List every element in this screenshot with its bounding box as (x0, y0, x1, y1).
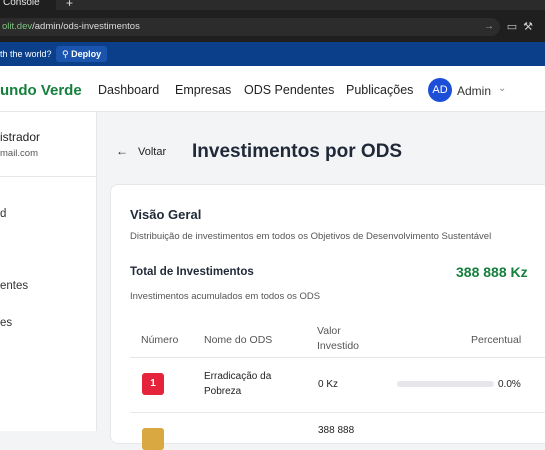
banner-question: th the world? (0, 49, 52, 59)
browser-tab-strip: Console + (0, 0, 545, 10)
card-description: Distribuição de investimentos em todos o… (130, 231, 492, 242)
dev-banner: th the world? ⚲ Deploy (0, 42, 545, 66)
sidebar-item-pendentes[interactable]: entes (0, 280, 28, 292)
total-value: 388 888 Kz (456, 264, 528, 280)
column-header-valor-1: Valor (317, 325, 341, 337)
sidebar-item-dashboard[interactable]: d (0, 208, 6, 220)
overview-card: Visão Geral Distribuição de investimento… (110, 184, 545, 450)
ods-value: 0 Kz (318, 379, 339, 390)
avatar[interactable]: AD (428, 78, 452, 102)
toolbar-icons: ▭⚒ (507, 20, 539, 33)
column-header-numero: Número (141, 334, 179, 346)
sidebar: istrador mail.com d entes es (0, 112, 97, 431)
browser-tab[interactable]: Console (0, 0, 56, 10)
deploy-label: Deploy (71, 49, 102, 59)
deploy-button[interactable]: ⚲ Deploy (56, 46, 108, 62)
column-header-valor-2: Investido (317, 340, 360, 352)
percent-text: 0.0% (498, 379, 521, 390)
percent-bar (397, 381, 494, 387)
nav-link-dashboard[interactable]: Dashboard (98, 83, 159, 97)
card-heading: Visão Geral (130, 207, 202, 222)
total-subtitle: Investimentos acumulados em todos os ODS (130, 291, 321, 302)
ods-number-badge (142, 428, 164, 450)
column-header-percentual: Percentual (471, 334, 522, 346)
wrench-icon[interactable]: ⚒ (523, 21, 539, 33)
url-path: /admin/ods-investimentos (32, 21, 140, 32)
table-header-divider (130, 357, 545, 358)
user-menu-label[interactable]: Admin (457, 84, 491, 98)
total-label: Total de Investimentos (130, 266, 254, 278)
chevron-down-icon[interactable]: ⌄ (498, 83, 506, 94)
screen-icon[interactable]: ▭ (507, 21, 523, 33)
sidebar-item-publicacoes[interactable]: es (0, 317, 12, 329)
nav-link-ods-pendentes[interactable]: ODS Pendentes (244, 83, 334, 97)
sidebar-user-name: istrador (0, 130, 41, 144)
address-bar[interactable]: olit.dev/admin/ods-investimentos → (0, 18, 500, 36)
deploy-icon: ⚲ (62, 49, 72, 59)
back-button[interactable]: ← Voltar (116, 144, 166, 158)
sidebar-divider (0, 176, 97, 177)
nav-link-publicacoes[interactable]: Publicações (346, 83, 413, 97)
column-header-nome: Nome do ODS (204, 334, 273, 346)
arrow-left-icon: ← (116, 144, 128, 158)
ods-name-line1: Erradicação da (204, 371, 272, 382)
ods-name-line2: Pobreza (204, 386, 242, 397)
back-label: Voltar (138, 146, 167, 158)
app-navbar: undo Verde Dashboard Empresas ODS Penden… (0, 66, 545, 112)
new-tab-icon[interactable]: + (66, 0, 73, 10)
browser-tab-title: Console (3, 0, 40, 8)
nav-link-empresas[interactable]: Empresas (175, 83, 231, 97)
ods-number-badge: 1 (142, 373, 164, 395)
url-host: olit.dev (2, 21, 33, 32)
brand-logo[interactable]: undo Verde (0, 82, 82, 99)
go-arrow-icon[interactable]: → (484, 18, 494, 36)
sidebar-user-email: mail.com (0, 148, 39, 159)
browser-toolbar: olit.dev/admin/ods-investimentos → ▭⚒ (0, 10, 545, 42)
table-row-divider (130, 412, 545, 413)
page-title: Investimentos por ODS (192, 141, 403, 162)
